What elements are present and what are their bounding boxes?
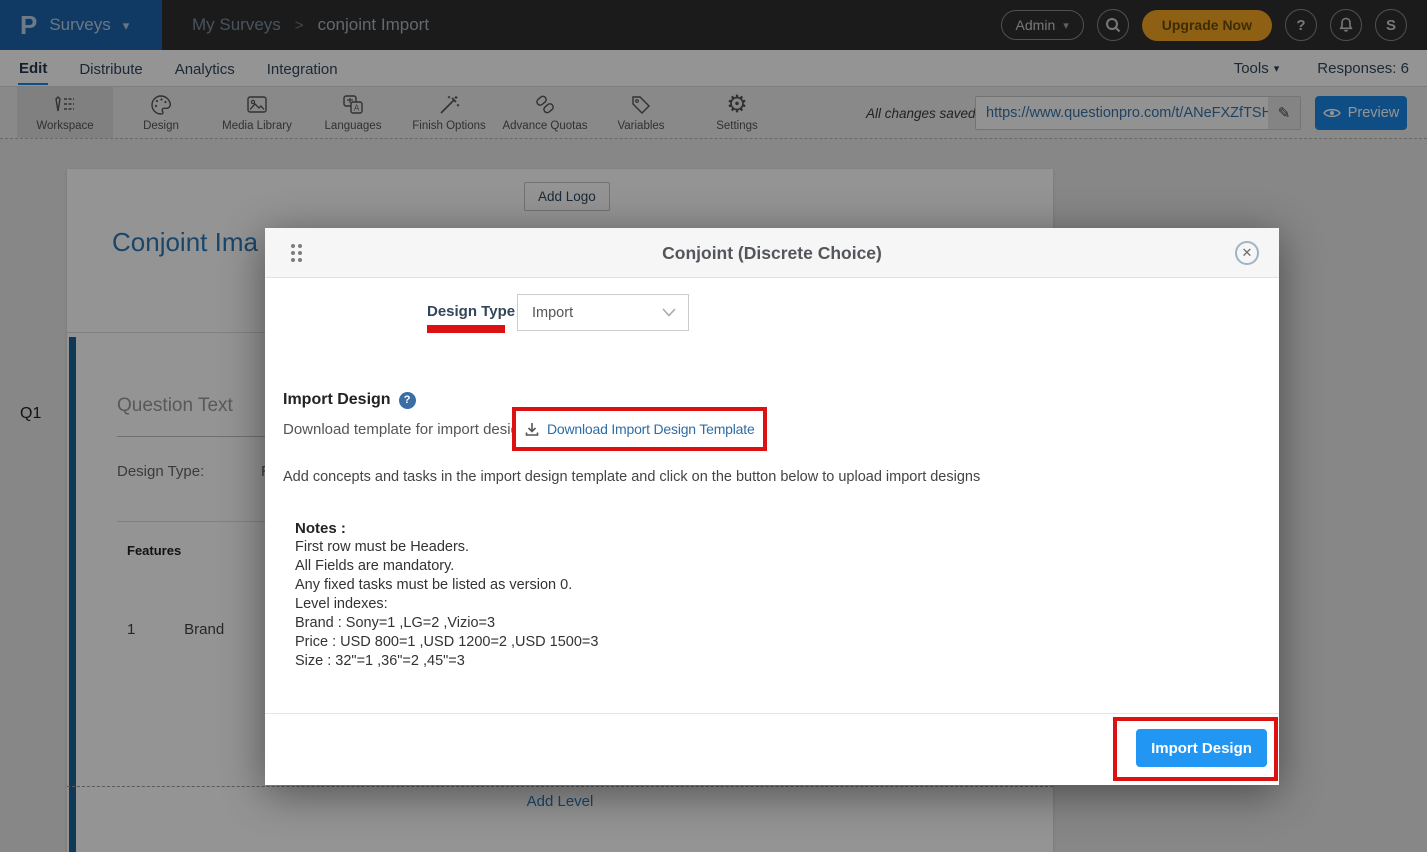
help-icon[interactable]: ? — [399, 392, 416, 409]
chevron-down-icon — [662, 308, 676, 317]
notes-line: Brand : Sony=1 ,LG=2 ,Vizio=3 — [295, 614, 598, 633]
download-icon — [524, 421, 540, 437]
download-template-text: Download template for import design — [283, 421, 527, 438]
annotation-red-box: Download Import Design Template — [512, 407, 767, 451]
design-type-selected-value: Import — [518, 305, 662, 321]
notes-block: Notes : First row must be Headers. All F… — [295, 519, 598, 671]
modal-title: Conjoint (Discrete Choice) — [265, 228, 1279, 278]
annotation-red-underline — [427, 325, 505, 333]
import-instructions: Add concepts and tasks in the import des… — [283, 469, 980, 485]
notes-line: Size : 32"=1 ,36"=2 ,45"=3 — [295, 652, 598, 671]
conjoint-settings-modal: Conjoint (Discrete Choice) ✕ Design Type… — [265, 228, 1279, 785]
notes-line: First row must be Headers. — [295, 538, 598, 557]
download-import-design-template-link[interactable]: Download Import Design Template — [547, 421, 755, 437]
import-design-heading: Import Design ? — [283, 391, 416, 409]
notes-line: Any fixed tasks must be listed as versio… — [295, 576, 598, 595]
notes-line: Level indexes: — [295, 595, 598, 614]
close-icon: ✕ — [1242, 245, 1253, 261]
notes-line: All Fields are mandatory. — [295, 557, 598, 576]
modal-footer-divider — [265, 713, 1279, 714]
notes-title: Notes : — [295, 519, 598, 538]
notes-line: Price : USD 800=1 ,USD 1200=2 ,USD 1500=… — [295, 633, 598, 652]
import-design-button[interactable]: Import Design — [1136, 729, 1267, 767]
design-type-label: Design Type — [427, 303, 515, 320]
close-button[interactable]: ✕ — [1235, 241, 1259, 265]
modal-header: Conjoint (Discrete Choice) ✕ — [265, 228, 1279, 278]
design-type-select[interactable]: Import — [517, 294, 689, 331]
